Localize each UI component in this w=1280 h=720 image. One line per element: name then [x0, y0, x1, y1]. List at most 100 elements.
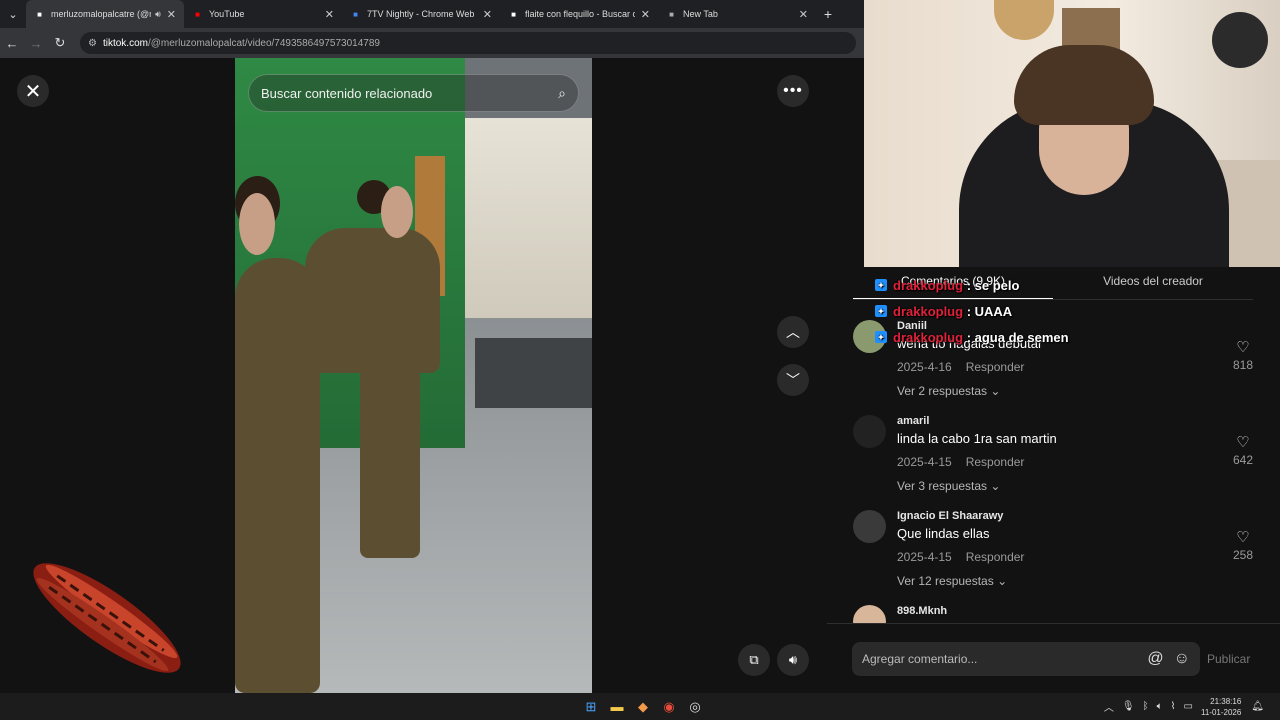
- close-tab-icon[interactable]: ✕: [325, 8, 334, 21]
- comment-date: 2025-4-16: [897, 360, 952, 374]
- more-options-button[interactable]: •••: [777, 75, 809, 107]
- comment-input-placeholder: Agregar comentario...: [862, 652, 978, 666]
- browser-tab[interactable]: ■ 7TV Nightly - Chrome Web Sto ✕: [342, 0, 500, 28]
- heart-icon[interactable]: ♡: [1223, 338, 1263, 356]
- url-field[interactable]: ⚙ tiktok.com/@merluzomalopalcat/video/74…: [80, 32, 856, 54]
- volume-tray-icon[interactable]: 🔈︎: [1157, 701, 1163, 712]
- view-replies-label: Ver 2 respuestas: [897, 384, 988, 398]
- tab-search-button[interactable]: ⌄: [0, 0, 26, 28]
- comment-avatar[interactable]: [853, 415, 886, 448]
- close-icon: ✕: [24, 80, 42, 103]
- browser-tab-title: New Tab: [683, 9, 718, 19]
- like-count: 818: [1232, 358, 1254, 372]
- notification-bell-icon[interactable]: 🔔︎: [1251, 701, 1264, 712]
- video-person-left-face: [239, 193, 275, 255]
- windows-taskbar: ⊞ ▬ ◆ ◉ ◎ ︿ 🎙︎ ᛒ 🔈︎ ⌇ ▭ 21:38:16 11-01-2…: [0, 693, 1280, 720]
- video-player[interactable]: Buscar contenido relacionado ⌕: [235, 58, 592, 693]
- video-person-right-torso: [305, 228, 440, 373]
- previous-video-button[interactable]: ︿: [777, 316, 809, 348]
- view-replies-button[interactable]: Ver 3 respuestas ⌄: [897, 479, 1000, 493]
- chevron-up-icon: ︿: [786, 324, 800, 340]
- mention-icon[interactable]: @: [1147, 650, 1163, 668]
- reply-button[interactable]: Responder: [966, 550, 1025, 564]
- file-explorer-icon[interactable]: ▬: [604, 693, 630, 720]
- chat-badge-icon: ✦: [875, 279, 887, 291]
- view-replies-button[interactable]: Ver 2 respuestas ⌄: [897, 384, 1000, 398]
- windows-start-icon[interactable]: ⊞: [578, 693, 604, 720]
- microphone-icon[interactable]: 🎙︎: [1122, 701, 1135, 712]
- related-search-placeholder: Buscar contenido relacionado: [261, 85, 433, 101]
- battery-icon[interactable]: ▭: [1184, 701, 1193, 712]
- comment-like[interactable]: ♡ 258: [1223, 528, 1263, 562]
- comment-username[interactable]: 898.Mknh: [897, 605, 947, 617]
- reply-button[interactable]: Responder: [966, 455, 1025, 469]
- publish-button[interactable]: Publicar: [1207, 652, 1250, 666]
- comment-text: linda la cabo 1ra san martin: [897, 431, 1057, 446]
- volume-button[interactable]: 🔊︎: [777, 644, 809, 676]
- close-video-button[interactable]: ✕: [17, 75, 49, 107]
- chrome-taskbar-icon[interactable]: ◉: [656, 693, 682, 720]
- close-tab-icon[interactable]: ✕: [799, 8, 808, 21]
- network-icon[interactable]: ⌇: [1171, 701, 1176, 712]
- url-host: tiktok.com: [102, 37, 148, 49]
- comment-input[interactable]: Agregar comentario... @ ☺: [852, 642, 1200, 676]
- tray-overflow-icon[interactable]: ︿: [1104, 699, 1114, 714]
- comment-username[interactable]: Ignacio El Shaarawy: [897, 510, 1003, 522]
- chevron-down-icon: ﹀: [786, 372, 800, 388]
- miniplayer-button[interactable]: ⧉: [738, 644, 770, 676]
- chat-message: ✦ drakkoplug : se pelo: [875, 272, 1115, 298]
- back-button[interactable]: ←: [0, 36, 24, 51]
- reply-button[interactable]: Responder: [966, 360, 1025, 374]
- comment-like[interactable]: ♡ 818: [1223, 338, 1263, 372]
- heart-icon[interactable]: ♡: [1223, 433, 1263, 451]
- browser-tab-title: YouTube: [209, 9, 245, 19]
- tab-audio-icon[interactable]: 🔊︎: [155, 9, 161, 20]
- site-info-icon[interactable]: ⚙: [88, 38, 97, 49]
- emoji-icon[interactable]: ☺: [1174, 650, 1190, 668]
- browser-tab[interactable]: ■ merluzomalopalcatre (@me 🔊︎ ✕: [26, 0, 184, 28]
- forward-button[interactable]: →: [24, 36, 48, 51]
- chevron-down-icon: ⌄: [990, 479, 1001, 493]
- search-icon[interactable]: ⌕: [558, 85, 566, 102]
- close-tab-icon[interactable]: ✕: [167, 8, 176, 21]
- chevron-down-icon: ⌄: [990, 384, 1001, 398]
- sausage-overlay-image: [33, 563, 181, 673]
- webstore-icon: ■: [353, 9, 358, 19]
- webcam-overlay: [864, 0, 1280, 267]
- comment-username[interactable]: amaril: [897, 415, 929, 427]
- comment-composer: Agregar comentario... @ ☺ Publicar: [827, 623, 1280, 693]
- heart-icon[interactable]: ♡: [1223, 528, 1263, 546]
- tabs-container: ■ merluzomalopalcatre (@me 🔊︎ ✕ ■ YouTube ✕ ■ 7T…: [26, 0, 816, 28]
- video-person-right-legs: [360, 358, 420, 558]
- browser-tab[interactable]: ■ YouTube ✕: [184, 0, 342, 28]
- comment-meta: 2025-4-15 Responder: [897, 455, 1038, 469]
- comment-meta: 2025-4-15 Responder: [897, 550, 1038, 564]
- bluetooth-icon[interactable]: ᛒ: [1143, 701, 1149, 712]
- tiktok-icon: ■: [37, 9, 42, 19]
- like-count: 642: [1232, 453, 1254, 467]
- chat-badge-icon: ✦: [875, 305, 887, 317]
- related-search-field[interactable]: Buscar contenido relacionado ⌕: [248, 74, 579, 112]
- chat-message: ✦ drakkoplug : UAAA: [875, 298, 1115, 324]
- tray-clock[interactable]: 21:38:16 11-01-2026: [1201, 696, 1241, 718]
- like-count: 258: [1232, 548, 1254, 562]
- fl-studio-icon[interactable]: ◆: [630, 693, 656, 720]
- new-tab-button[interactable]: +: [816, 6, 840, 22]
- obs-icon[interactable]: ◎: [682, 693, 708, 720]
- view-replies-button[interactable]: Ver 12 respuestas ⌄: [897, 574, 1007, 588]
- comment-text: Que lindas ellas: [897, 526, 990, 541]
- comment-avatar[interactable]: [853, 510, 886, 543]
- chat-username: drakkoplug: [893, 277, 964, 293]
- close-tab-icon[interactable]: ✕: [483, 8, 492, 21]
- comment-like[interactable]: ♡ 642: [1223, 433, 1263, 467]
- reload-button[interactable]: ↻: [48, 35, 72, 51]
- next-video-button[interactable]: ﹀: [777, 364, 809, 396]
- chat-text: se pelo: [974, 277, 1020, 293]
- close-tab-icon[interactable]: ✕: [641, 8, 650, 21]
- webcam-person-hair: [1014, 45, 1154, 125]
- google-icon: ■: [511, 9, 516, 19]
- browser-tab[interactable]: ■ flaite con flequillo - Buscar con ✕: [500, 0, 658, 28]
- comment-date: 2025-4-15: [897, 455, 952, 469]
- speaker-icon: 🔊︎: [788, 652, 798, 667]
- browser-tab[interactable]: ■ New Tab ✕: [658, 0, 816, 28]
